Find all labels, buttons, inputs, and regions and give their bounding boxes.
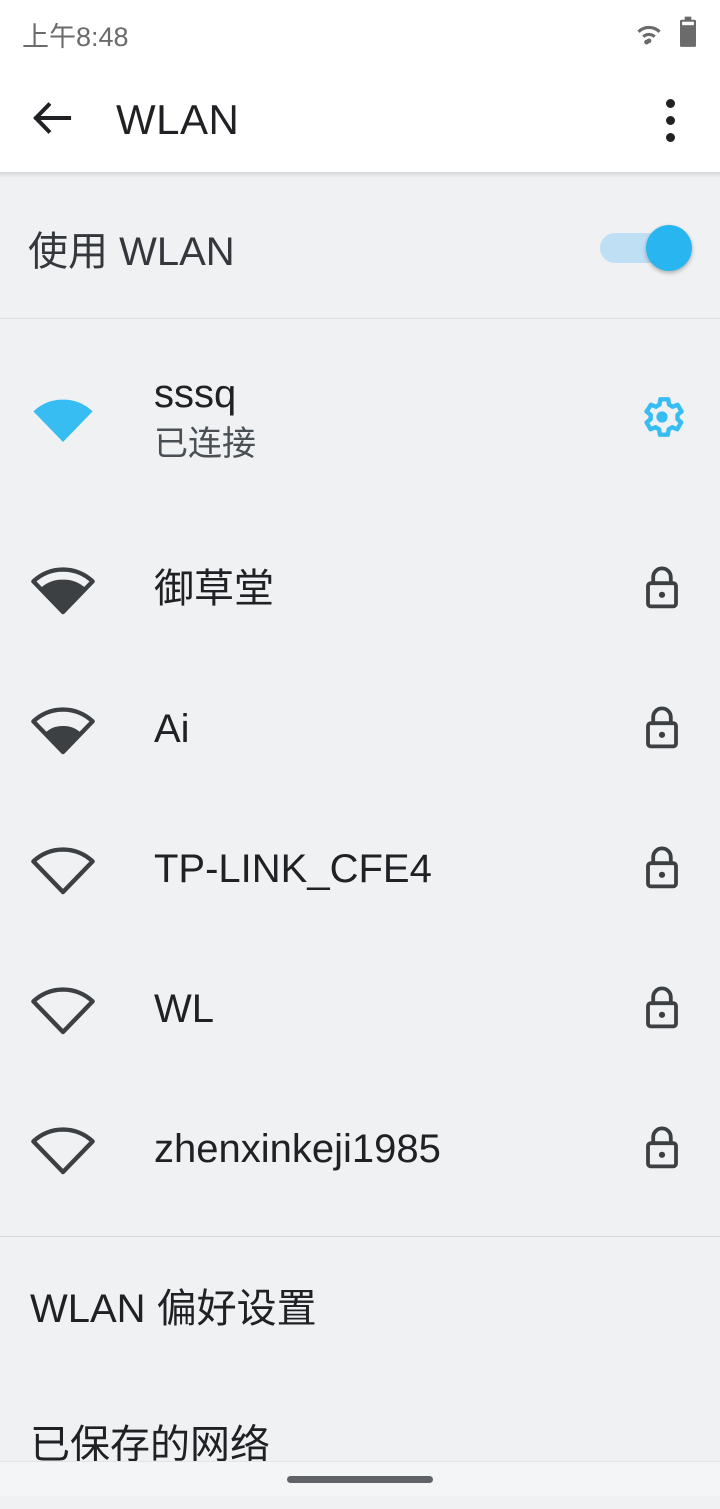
wifi-signal-icon-full — [28, 393, 98, 445]
network-secured-indicator — [632, 984, 692, 1035]
wifi-network-list: sssq 已连接 御草堂 Ai TP-LINK_CFE4 WL zhenxink… — [0, 319, 720, 1219]
wifi-signal-icon-one — [28, 983, 98, 1035]
wifi-network-name: TP-LINK_CFE4 — [154, 846, 432, 891]
wifi-signal-icon-one — [28, 843, 98, 895]
wifi-network-row-sssq[interactable]: sssq 已连接 — [0, 319, 720, 519]
page-title: WLAN — [116, 96, 240, 143]
wlan-master-toggle-label: 使用 WLAN — [28, 230, 235, 274]
wifi-network-text-ai: Ai — [154, 707, 190, 752]
network-secured-indicator — [632, 1124, 692, 1175]
wifi-network-text-wl: WL — [154, 987, 214, 1032]
gesture-nav-bar — [0, 1462, 720, 1496]
status-bar: 上午8:48 — [0, 0, 720, 68]
network-secured-indicator — [632, 704, 692, 755]
wifi-network-name: WL — [154, 986, 214, 1031]
lock-icon — [642, 984, 682, 1035]
wifi-icon — [632, 18, 666, 51]
wlan-master-toggle-row[interactable]: 使用 WLAN — [0, 178, 720, 318]
wifi-network-name: zhenxinkeji1985 — [154, 1126, 441, 1171]
wifi-network-status: 已连接 — [154, 425, 256, 464]
network-secured-indicator — [632, 564, 692, 615]
wifi-network-row-ai[interactable]: Ai — [0, 659, 720, 799]
wifi-network-text-yucaotang: 御草堂 — [154, 567, 274, 612]
wifi-network-row-tp-link-cfe4[interactable]: TP-LINK_CFE4 — [0, 799, 720, 939]
wifi-network-name: Ai — [154, 706, 190, 751]
settings-gear-icon — [637, 392, 687, 447]
lock-icon — [642, 564, 682, 615]
wifi-signal-icon-three — [28, 563, 98, 615]
lock-icon — [642, 844, 682, 895]
back-arrow-icon — [29, 98, 75, 143]
status-bar-icons — [632, 16, 698, 53]
wlan-settings-screen: 上午8:48 WLAN 使用 WLAN sssq 已连接 御草堂 Ai TP-L… — [0, 0, 720, 1496]
wifi-network-name: sssq — [154, 371, 237, 416]
status-bar-clock: 上午8:48 — [22, 21, 129, 52]
wifi-network-text-sssq: sssq 已连接 — [154, 372, 256, 467]
wifi-signal-icon-one — [28, 1123, 98, 1175]
wifi-network-row-wl[interactable]: WL — [0, 939, 720, 1079]
overflow-menu-button[interactable] — [642, 88, 698, 152]
back-button[interactable] — [22, 90, 82, 150]
wifi-signal-icon-two — [28, 703, 98, 755]
app-bar: WLAN — [0, 68, 720, 172]
wlan-preferences-label: WLAN 偏好设置 — [30, 1287, 317, 1331]
overflow-menu-icon — [665, 98, 675, 108]
overflow-menu-icon-dot2 — [665, 115, 675, 125]
wifi-network-text-tp-link-cfe4: TP-LINK_CFE4 — [154, 847, 432, 892]
battery-icon — [678, 16, 698, 53]
network-secured-indicator — [632, 844, 692, 895]
toggle-thumb — [646, 225, 692, 271]
wifi-network-name: 御草堂 — [154, 566, 274, 611]
home-gesture-pill[interactable] — [287, 1475, 433, 1483]
network-settings-button[interactable] — [632, 392, 692, 447]
wlan-toggle-switch[interactable] — [600, 225, 692, 271]
wlan-preferences-item[interactable]: WLAN 偏好设置 — [0, 1237, 720, 1373]
lock-icon — [642, 704, 682, 755]
lock-icon — [642, 1124, 682, 1175]
wifi-network-row-zhenxinkeji1985[interactable]: zhenxinkeji1985 — [0, 1079, 720, 1219]
wifi-network-row-yucaotang[interactable]: 御草堂 — [0, 519, 720, 659]
wifi-network-text-zhenxinkeji1985: zhenxinkeji1985 — [154, 1127, 441, 1172]
overflow-menu-icon-dot3 — [665, 132, 675, 142]
